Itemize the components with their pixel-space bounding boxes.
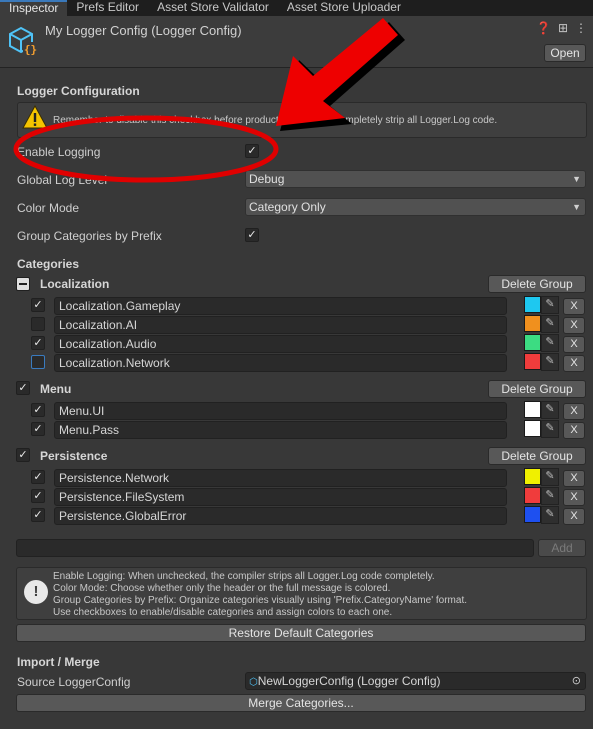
annotation-overlay <box>13 18 405 183</box>
annotation-arrow <box>276 18 398 126</box>
annotation-ellipse <box>13 115 279 183</box>
